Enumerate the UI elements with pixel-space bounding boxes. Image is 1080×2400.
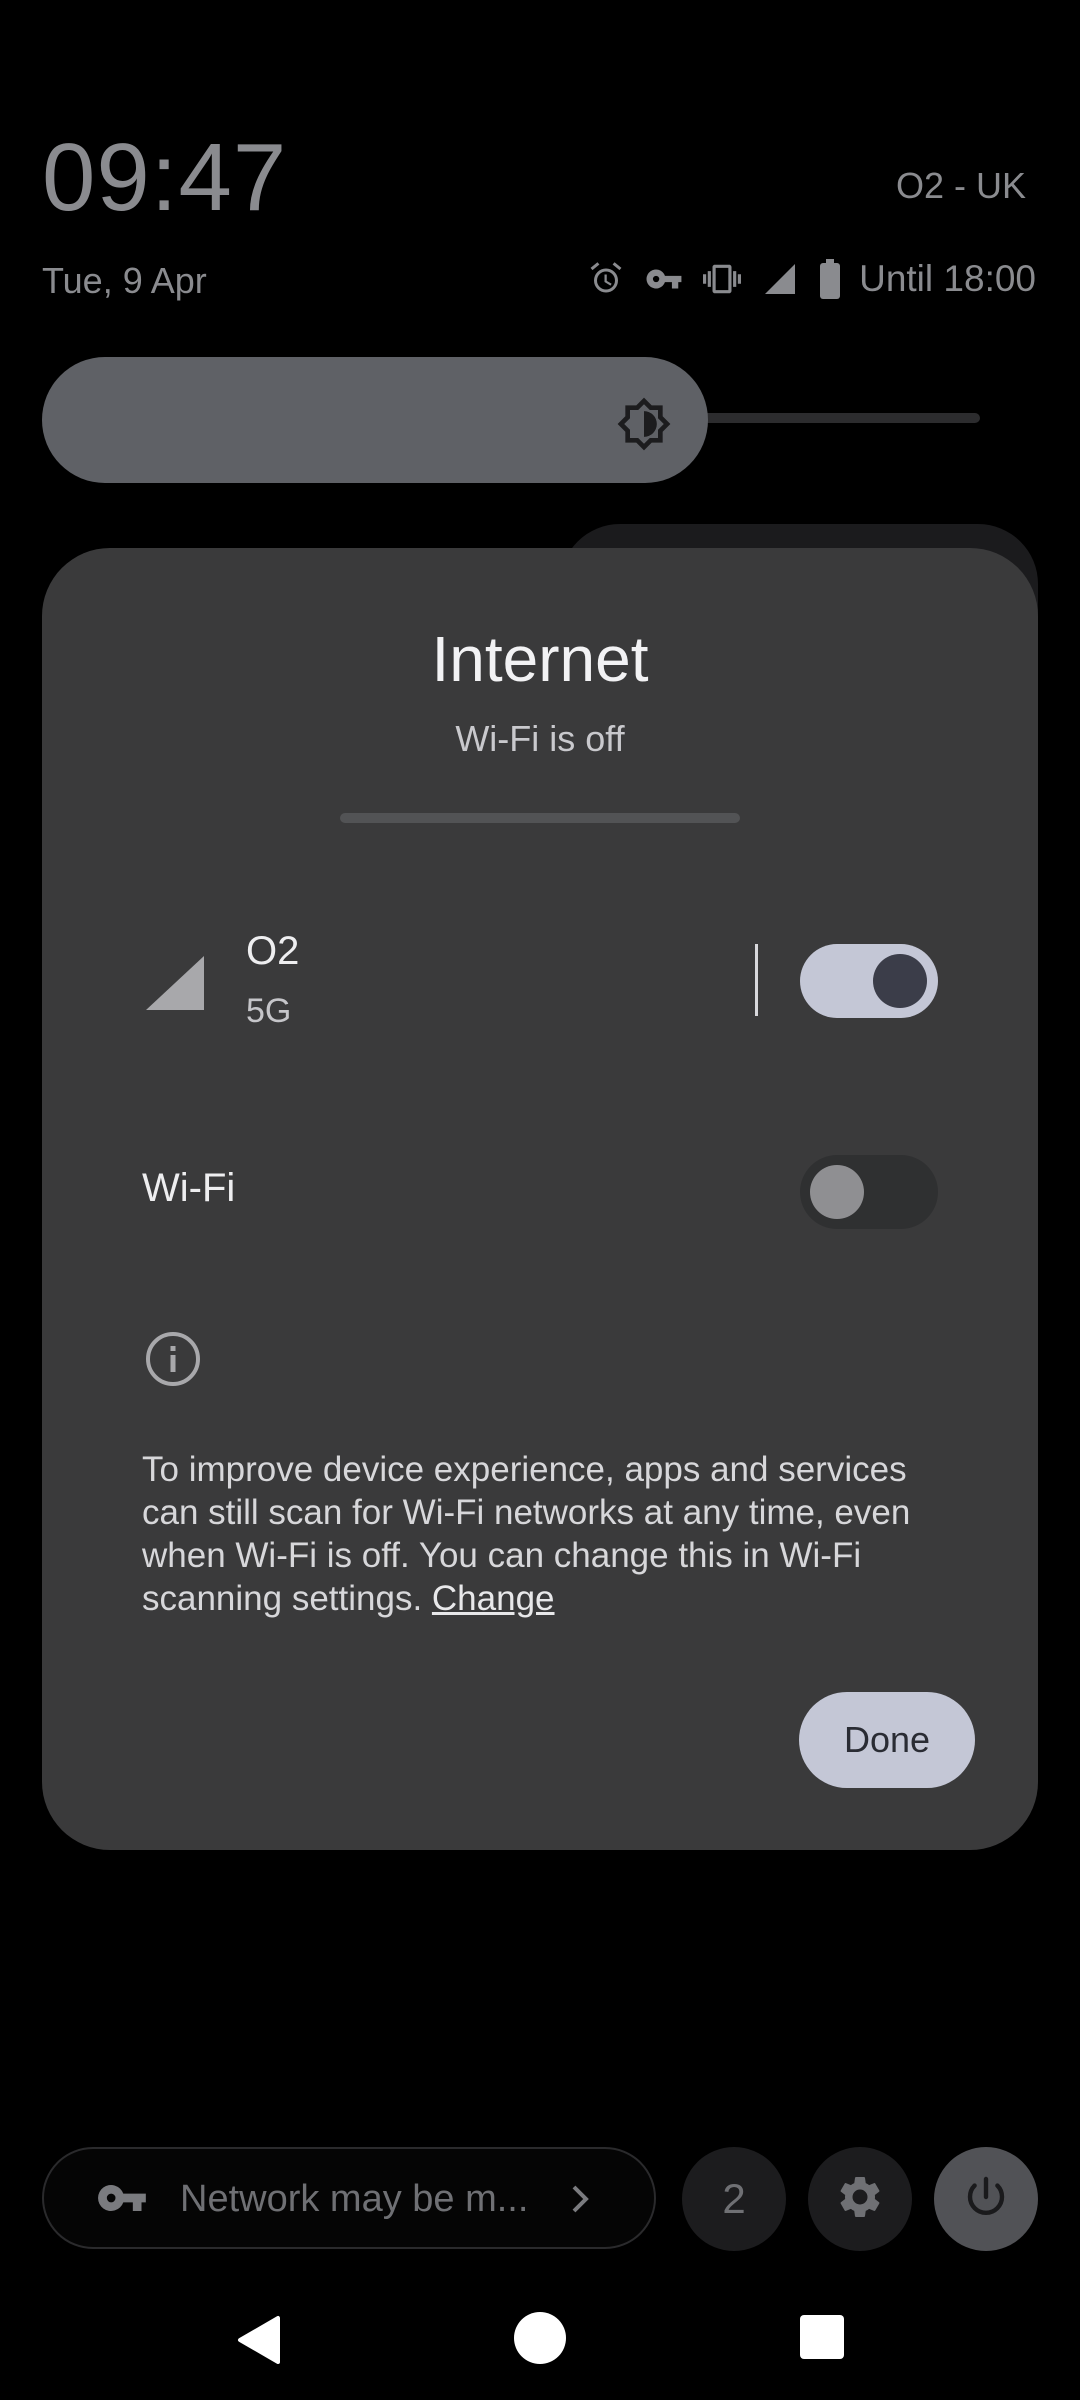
gear-icon xyxy=(835,2172,885,2227)
user-switcher-button[interactable]: 2 xyxy=(682,2147,786,2251)
wifi-label: Wi-Fi xyxy=(142,1166,236,1210)
dialog-divider xyxy=(340,813,740,823)
security-footer-text: Network may be m... xyxy=(180,2178,529,2220)
brightness-slider[interactable] xyxy=(42,357,708,483)
clock-time: 09:47 xyxy=(42,124,288,231)
date-text: Tue, 9 Apr xyxy=(42,260,207,301)
chevron-right-icon xyxy=(566,2181,596,2217)
wifi-toggle-thumb[interactable] xyxy=(810,1165,864,1219)
cell-signal-icon xyxy=(759,258,801,300)
mobile-data-toggle-thumb[interactable] xyxy=(873,954,927,1008)
dialog-subtitle: Wi-Fi is off xyxy=(455,718,625,759)
status-icons-row: Until 18:00 xyxy=(585,258,1036,300)
mobile-network-name[interactable]: O2 xyxy=(246,929,299,974)
done-button[interactable]: Done xyxy=(799,1692,975,1788)
vibrate-icon xyxy=(701,258,743,300)
power-button[interactable] xyxy=(934,2147,1038,2251)
power-icon xyxy=(962,2173,1010,2226)
nav-back-button[interactable] xyxy=(234,2314,284,2366)
back-icon xyxy=(238,2316,280,2364)
vpn-key-icon xyxy=(643,258,685,300)
change-link[interactable]: Change xyxy=(432,1579,555,1618)
users-count: 2 xyxy=(722,2175,746,2222)
toggle-separator xyxy=(755,944,758,1016)
dialog-title: Internet xyxy=(431,623,649,695)
carrier-name: O2 - UK xyxy=(895,165,1026,206)
wifi-scanning-info: To improve device experience, apps and s… xyxy=(142,1448,942,1620)
info-icon xyxy=(144,1330,202,1388)
settings-button[interactable] xyxy=(808,2147,912,2251)
vpn-key-icon xyxy=(96,2178,148,2218)
nav-home-button[interactable] xyxy=(514,2312,566,2364)
nav-recents-button[interactable] xyxy=(800,2315,844,2359)
mobile-network-type: 5G xyxy=(246,992,292,1030)
cell-signal-icon xyxy=(146,954,204,1010)
brightness-icon xyxy=(616,396,672,452)
battery-icon xyxy=(817,258,843,300)
battery-text: Until 18:00 xyxy=(859,258,1036,299)
brightness-track[interactable] xyxy=(680,413,980,423)
alarm-icon xyxy=(585,258,627,300)
